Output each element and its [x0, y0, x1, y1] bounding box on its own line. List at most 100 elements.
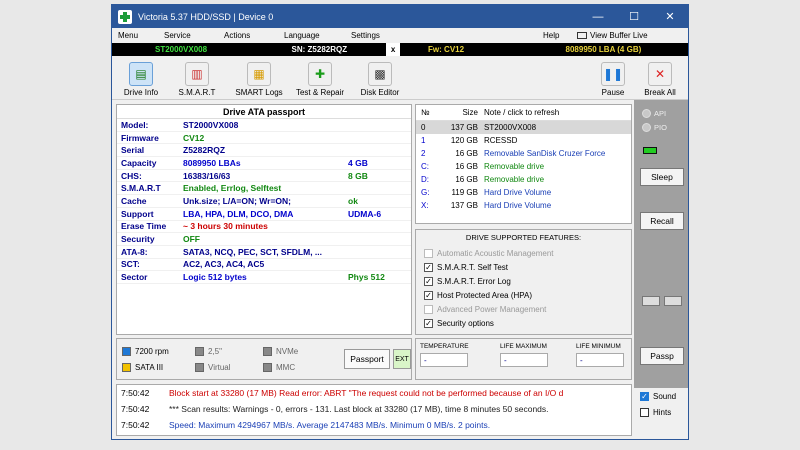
smart-logs-icon: ▦	[247, 62, 271, 86]
device-note: Hard Drive Volume	[484, 188, 552, 197]
hints-checkbox[interactable]: Hints	[640, 404, 688, 420]
passport-extra: 4 GB	[348, 157, 368, 168]
passport-value: Enabled, Errlog, Selftest	[183, 183, 282, 194]
device-list-row[interactable]: C: 16 GB Removable drive	[416, 160, 631, 173]
col-size: Size	[462, 108, 478, 117]
device-close-button[interactable]: x	[386, 43, 401, 56]
passport-value: 16383/16/63	[183, 170, 231, 181]
device-list-row[interactable]: 0 137 GB ST2000VX008	[416, 121, 631, 134]
passport-value: AC2, AC3, AC4, AC5	[183, 259, 265, 270]
device-note: ST2000VX008	[484, 123, 537, 132]
passp-button[interactable]: Passp	[640, 347, 684, 365]
drive-info-button[interactable]: ▤ Drive Info	[116, 59, 166, 97]
device-list-row[interactable]: G: 119 GB Hard Drive Volume	[416, 186, 631, 199]
col-number: №	[421, 108, 430, 117]
minimize-button[interactable]: —	[580, 5, 616, 28]
smart-chart-icon: ▥	[185, 62, 209, 86]
sound-checkbox[interactable]: ✓ Sound	[640, 388, 688, 404]
passport-extra: UDMA-6	[348, 208, 382, 219]
temperature-label: TEMPERATURE	[420, 343, 469, 350]
device-list-row[interactable]: 1 120 GB RCESSD	[416, 134, 631, 147]
features-list: Automatic Acoustic Management ✓ S.M.A.R.T.…	[416, 246, 631, 330]
toolbar: ▤ Drive Info ▥ S.M.A.R.T ▦ SMART Logs ✚ …	[112, 56, 688, 100]
smart-button[interactable]: ▥ S.M.A.R.T	[166, 59, 228, 97]
feature-checkbox[interactable]: ✓ Security options	[416, 316, 631, 330]
ext-button[interactable]: EXT	[393, 349, 411, 369]
passport-row: Security OFF	[117, 233, 411, 246]
recall-button[interactable]: Recall	[640, 212, 684, 230]
feature-checkbox[interactable]: ✓ S.M.A.R.T. Self Test	[416, 260, 631, 274]
feature-checkbox-box	[424, 304, 433, 314]
passport-value: Logic 512 bytes	[183, 272, 247, 283]
passport-row: Firmware CV12	[117, 132, 411, 145]
small-button-left[interactable]	[642, 296, 660, 306]
feature-checkbox-box: ✓	[424, 262, 433, 272]
passport-extra: 8 GB	[348, 170, 368, 181]
view-buffer-live[interactable]: View Buffer Live	[577, 31, 648, 40]
col-note[interactable]: Note / click to refresh	[484, 108, 631, 117]
passport-row: ATA-8: SATA3, NCQ, PEC, SCT, SFDLM, ...	[117, 246, 411, 259]
log-entry: 7:50:42 *** Scan results: Warnings - 0, e…	[117, 401, 631, 417]
sleep-button[interactable]: Sleep	[640, 168, 684, 186]
form-label: 2,5"	[208, 347, 222, 356]
device-list-row[interactable]: D: 16 GB Removable drive	[416, 173, 631, 186]
device-note: Removable drive	[484, 175, 545, 184]
pause-button[interactable]: ❚❚ Pause	[590, 59, 636, 97]
close-button[interactable]: ✕	[652, 5, 688, 28]
device-list: № Size Note / click to refresh 0 137 GB ST…	[415, 104, 632, 224]
api-radio[interactable]: API	[642, 106, 688, 120]
log-entry: 7:50:42 Speed: Maximum 4294967 MB/s. Aver…	[117, 417, 631, 433]
device-list-row[interactable]: 2 16 GB Removable SanDisk Cruzer Force	[416, 147, 631, 160]
passport-value: Unk.size; L/A=ON; Wr=ON;	[183, 195, 291, 206]
window-title: Victoria 5.37 HDD/SSD | Device 0	[138, 11, 274, 22]
menu-settings[interactable]: Settings	[351, 31, 543, 40]
life-min-label: LIFE MINIMUM	[576, 343, 621, 350]
device-firmware: Fw: CV12	[400, 43, 546, 56]
small-button-right[interactable]	[664, 296, 682, 306]
break-all-button[interactable]: ✕ Break All	[636, 59, 684, 97]
passport-key: Erase Time	[121, 221, 167, 232]
device-number: 0	[421, 123, 426, 132]
pio-radio[interactable]: PIO	[642, 120, 688, 134]
device-size: 16 GB	[455, 162, 478, 171]
passport-row: S.M.A.R.T Enabled, Errlog, Selftest	[117, 182, 411, 196]
menu-language[interactable]: Language	[284, 31, 351, 40]
menu-menu[interactable]: Menu	[118, 31, 164, 40]
test-repair-button[interactable]: ✚ Test & Repair	[290, 59, 350, 97]
life-max-group: LIFE MAXIMUM -	[500, 343, 548, 367]
mmc-color-square	[263, 363, 272, 372]
smart-logs-button[interactable]: ▦ SMART Logs	[228, 59, 290, 97]
passport-key: Security	[121, 234, 155, 245]
feature-checkbox[interactable]: ✓ S.M.A.R.T. Error Log	[416, 274, 631, 288]
life-max-label: LIFE MAXIMUM	[500, 343, 547, 350]
feature-checkbox[interactable]: ✓ Host Protected Area (HPA)	[416, 288, 631, 302]
passport-key: ATA-8:	[121, 246, 148, 257]
maximize-button[interactable]: ☐	[616, 5, 652, 28]
passport-extra: Phys 512	[348, 272, 385, 283]
device-note: Removable SanDisk Cruzer Force	[484, 149, 606, 158]
passport-value: LBA, HPA, DLM, DCO, DMA	[183, 208, 294, 219]
test-repair-icon: ✚	[308, 62, 332, 86]
menu-service[interactable]: Service	[164, 31, 224, 40]
sound-hints-panel: ✓ Sound Hints	[634, 388, 688, 439]
passport-key: Cache	[121, 195, 147, 206]
log-entry: 7:50:42 Block start at 33280 (17 MB) Read…	[117, 385, 631, 401]
status-led	[643, 147, 657, 154]
menu-actions[interactable]: Actions	[224, 31, 284, 40]
disk-editor-button[interactable]: ▩ Disk Editor	[350, 59, 410, 97]
passport-key: Capacity	[121, 157, 157, 168]
passport-row: Model: ST2000VX008	[117, 119, 411, 132]
device-number: 2	[421, 149, 426, 158]
disk-editor-icon: ▩	[368, 62, 392, 86]
form-color-square	[195, 347, 204, 356]
mmc-indicator: MMC	[263, 363, 295, 372]
passport-value: ~ 3 hours 30 minutes	[183, 221, 268, 232]
passport-row: Capacity 8089950 LBAs 4 GB	[117, 157, 411, 170]
log-message: *** Scan results: Warnings - 0, errors -…	[169, 404, 549, 414]
menu-help[interactable]: Help	[543, 31, 577, 40]
device-size: 137 GB	[450, 201, 478, 210]
device-list-row[interactable]: X: 137 GB Hard Drive Volume	[416, 199, 631, 212]
passport-button[interactable]: Passport	[344, 349, 390, 369]
passport-row: CHS: 16383/16/63 8 GB	[117, 170, 411, 183]
log-rows: 7:50:42 Block start at 33280 (17 MB) Read…	[117, 385, 631, 433]
